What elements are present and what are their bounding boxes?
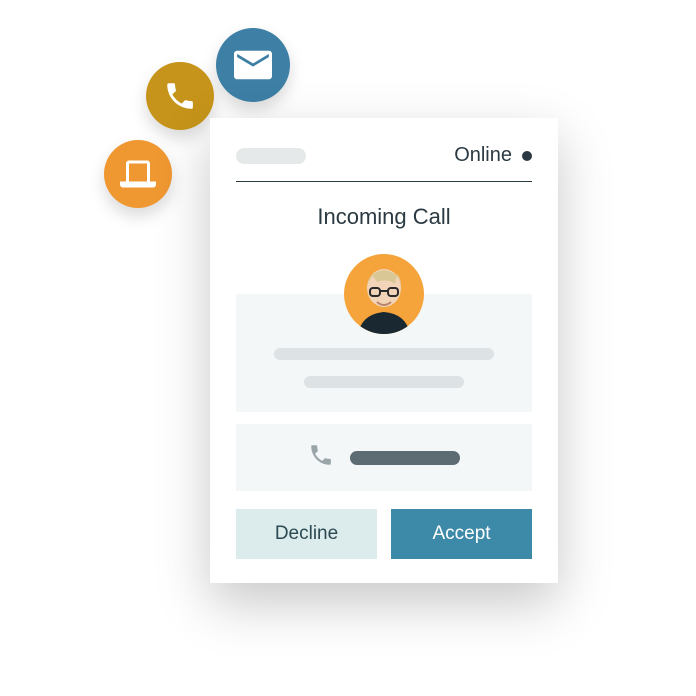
caller-avatar	[236, 254, 532, 334]
status-label: Online	[454, 144, 512, 167]
card-title: Incoming Call	[236, 204, 532, 230]
phone-icon	[146, 62, 214, 130]
mail-icon	[216, 28, 290, 102]
decline-button[interactable]: Decline	[236, 509, 377, 559]
incoming-call-card: Online Incoming Call Decline Acc	[210, 118, 558, 583]
card-header: Online	[236, 144, 532, 167]
laptop-icon	[104, 140, 172, 208]
header-placeholder	[236, 148, 306, 164]
status: Online	[454, 144, 532, 167]
avatar	[344, 254, 424, 334]
accept-button[interactable]: Accept	[391, 509, 532, 559]
caller-detail-placeholder	[304, 376, 464, 388]
caller-name-placeholder	[274, 348, 494, 360]
header-divider	[236, 181, 532, 182]
action-buttons: Decline Accept	[236, 509, 532, 559]
call-number-block	[236, 424, 532, 491]
phone-number-placeholder	[350, 451, 460, 465]
status-dot-icon	[522, 151, 532, 161]
phone-icon	[308, 442, 334, 473]
